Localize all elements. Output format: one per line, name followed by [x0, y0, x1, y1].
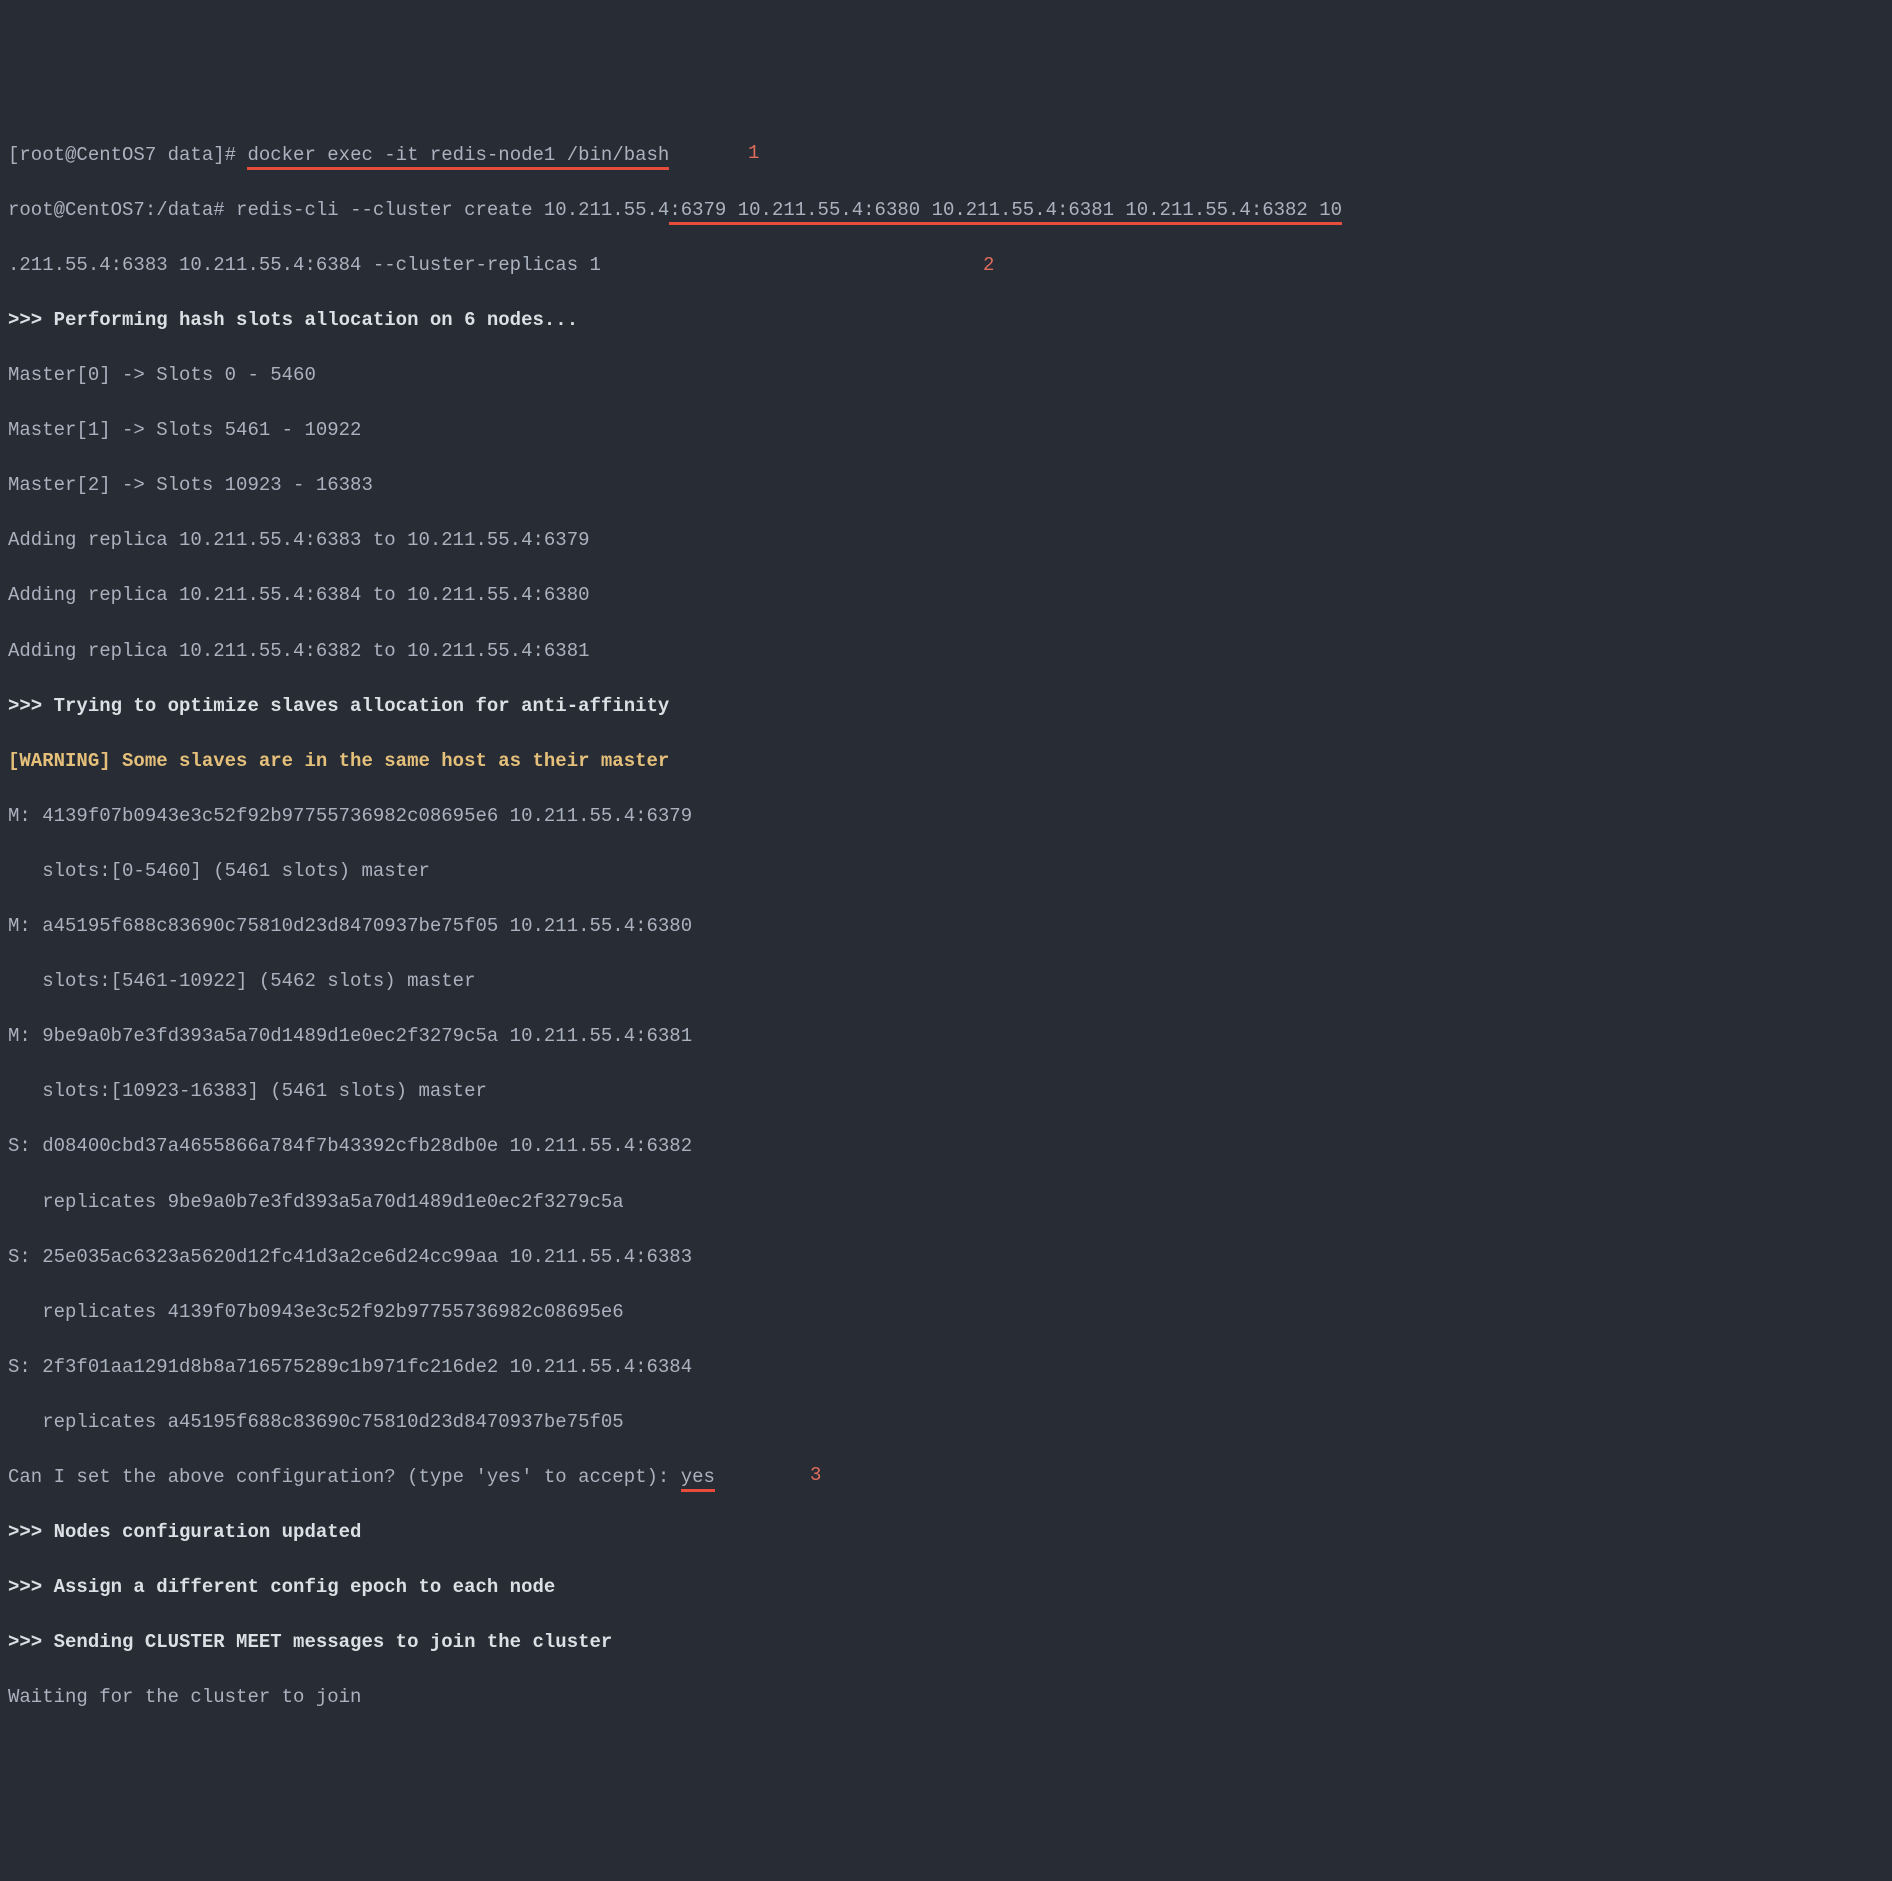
slave-node-line: S: 2f3f01aa1291d8b8a716575289c1b971fc216…	[8, 1354, 1884, 1382]
shell-prompt: [root@CentOS7 data]#	[8, 144, 247, 166]
terminal-line: >>> Trying to optimize slaves allocation…	[8, 693, 1884, 721]
warning-line: [WARNING] Some slaves are in the same ho…	[8, 748, 1884, 776]
shell-prompt: root@CentOS7:/data#	[8, 199, 236, 221]
redis-cli-command-part-a: redis-cli --cluster create 10.211.55.4	[236, 199, 669, 221]
slots-line: slots:[10923-16383] (5461 slots) master	[8, 1078, 1884, 1106]
user-input-yes: yes	[681, 1466, 715, 1492]
terminal-line: >>> Nodes configuration updated	[8, 1519, 1884, 1547]
annotation-3: 3	[810, 1462, 821, 1490]
replicates-line: replicates a45195f688c83690c75810d23d847…	[8, 1409, 1884, 1437]
master-node-line: M: 4139f07b0943e3c52f92b97755736982c0869…	[8, 803, 1884, 831]
redis-cli-command-continuation: .211.55.4:6383 10.211.55.4:6384 --cluste…	[8, 254, 601, 276]
terminal-line: Master[1] -> Slots 5461 - 10922	[8, 417, 1884, 445]
docker-exec-command: docker exec -it redis-node1 /bin/bash	[247, 144, 669, 170]
terminal-output[interactable]: [root@CentOS7 data]# docker exec -it red…	[8, 114, 1884, 1739]
terminal-line: >>> Sending CLUSTER MEET messages to joi…	[8, 1629, 1884, 1657]
master-node-line: M: 9be9a0b7e3fd393a5a70d1489d1e0ec2f3279…	[8, 1023, 1884, 1051]
slots-line: slots:[5461-10922] (5462 slots) master	[8, 968, 1884, 996]
annotation-2: 2	[983, 252, 994, 280]
terminal-line: >>> Assign a different config epoch to e…	[8, 1574, 1884, 1602]
terminal-line: Master[0] -> Slots 0 - 5460	[8, 362, 1884, 390]
terminal-line: [root@CentOS7 data]# docker exec -it red…	[8, 142, 1884, 170]
terminal-line: Adding replica 10.211.55.4:6383 to 10.21…	[8, 527, 1884, 555]
slave-node-line: S: d08400cbd37a4655866a784f7b43392cfb28d…	[8, 1133, 1884, 1161]
confirmation-prompt-line: Can I set the above configuration? (type…	[8, 1464, 1884, 1492]
master-node-line: M: a45195f688c83690c75810d23d8470937be75…	[8, 913, 1884, 941]
terminal-line: Adding replica 10.211.55.4:6384 to 10.21…	[8, 582, 1884, 610]
terminal-line: .211.55.4:6383 10.211.55.4:6384 --cluste…	[8, 252, 1884, 280]
confirmation-prompt: Can I set the above configuration? (type…	[8, 1466, 681, 1488]
redis-cli-command-part-b: :6379 10.211.55.4:6380 10.211.55.4:6381 …	[669, 199, 1342, 225]
replicates-line: replicates 9be9a0b7e3fd393a5a70d1489d1e0…	[8, 1189, 1884, 1217]
replicates-line: replicates 4139f07b0943e3c52f92b97755736…	[8, 1299, 1884, 1327]
slave-node-line: S: 25e035ac6323a5620d12fc41d3a2ce6d24cc9…	[8, 1244, 1884, 1272]
annotation-1: 1	[748, 140, 759, 168]
terminal-line: Adding replica 10.211.55.4:6382 to 10.21…	[8, 638, 1884, 666]
terminal-line: Waiting for the cluster to join	[8, 1684, 1884, 1712]
slots-line: slots:[0-5460] (5461 slots) master	[8, 858, 1884, 886]
terminal-line: Master[2] -> Slots 10923 - 16383	[8, 472, 1884, 500]
terminal-line: >>> Performing hash slots allocation on …	[8, 307, 1884, 335]
terminal-line: root@CentOS7:/data# redis-cli --cluster …	[8, 197, 1884, 225]
